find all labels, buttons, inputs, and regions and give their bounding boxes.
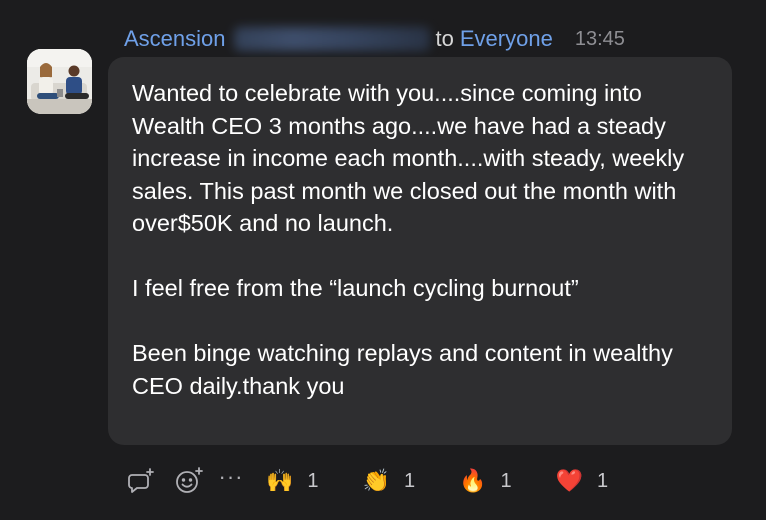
reaction-count: 1	[403, 469, 416, 492]
reaction-clapping-hands[interactable]: 👏 1	[363, 468, 416, 494]
sender-name[interactable]: Ascension	[124, 26, 226, 52]
reaction-count: 1	[500, 469, 512, 492]
reaction-count: 1	[597, 469, 609, 492]
message-bubble: Wanted to celebrate with you....since co…	[108, 57, 732, 445]
message-paragraph: I feel free from the “launch cycling bur…	[132, 275, 579, 301]
message-actions: ··· 🙌 1 👏 1 🔥 1 ❤️ 1	[124, 464, 608, 498]
raised-hands-icon: 🙌	[266, 468, 294, 493]
to-label: to	[435, 26, 454, 51]
reaction-raised-hands[interactable]: 🙌 1	[266, 468, 319, 494]
avatar[interactable]	[27, 49, 92, 114]
message-paragraph: Been binge watching replays and content …	[132, 340, 673, 399]
message-header: Ascension to Everyone 13:45	[124, 24, 625, 54]
reaction-heart[interactable]: ❤️ 1	[556, 468, 609, 494]
add-reaction-icon[interactable]	[172, 464, 206, 498]
heart-icon: ❤️	[555, 468, 583, 493]
message-paragraph: Wanted to celebrate with you....since co…	[132, 80, 685, 236]
reaction-count: 1	[307, 469, 319, 492]
reaction-fire[interactable]: 🔥 1	[459, 468, 512, 494]
clapping-hands-icon: 👏	[362, 468, 390, 493]
reply-icon[interactable]	[124, 464, 158, 498]
redacted-sender-name	[233, 27, 430, 51]
message-timestamp: 13:45	[574, 27, 625, 50]
fire-icon: 🔥	[459, 468, 487, 493]
more-icon[interactable]: ···	[214, 464, 248, 490]
recipient-name[interactable]: Everyone	[460, 26, 553, 52]
